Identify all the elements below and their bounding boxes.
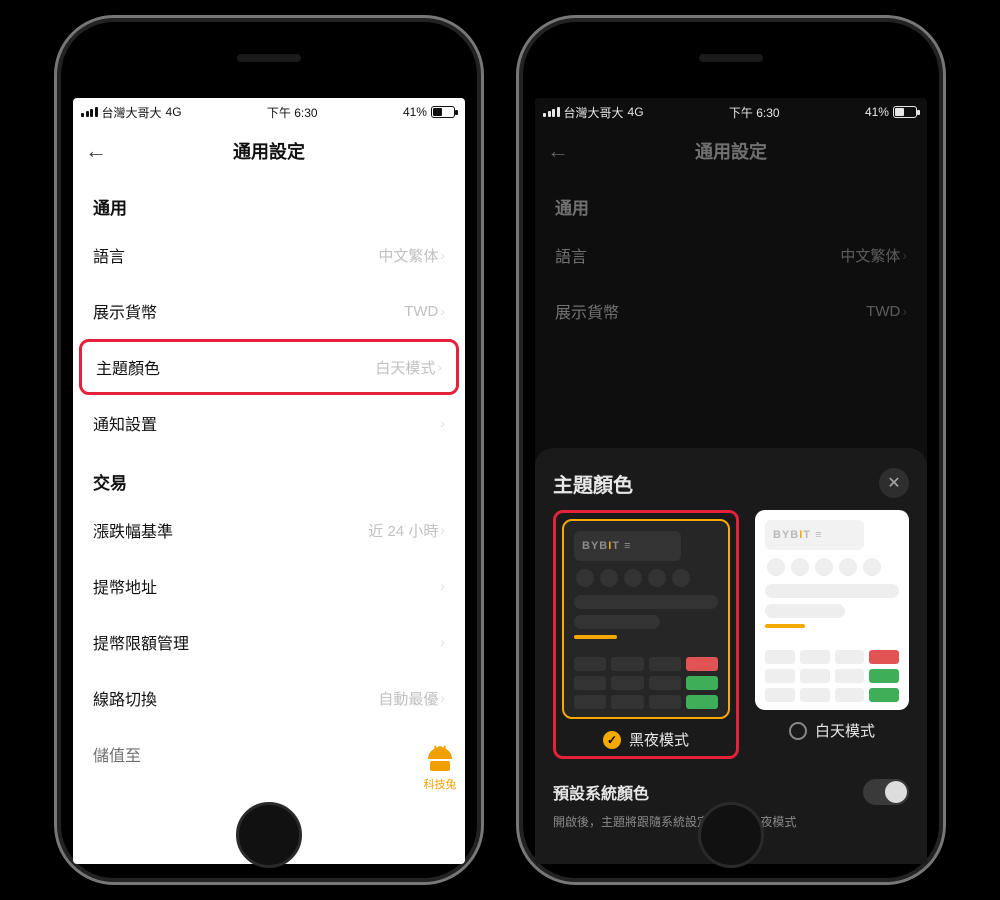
row-theme[interactable]: 主題顏色 白天模式›: [79, 339, 459, 395]
preview-light: BYBIT ≡: [755, 510, 909, 710]
option-dark-mode[interactable]: BYBIT ≡ 黑夜模式: [562, 519, 730, 750]
radio-unchecked-icon: [789, 722, 807, 740]
row-notify[interactable]: 通知設置 ›: [73, 395, 465, 451]
chevron-right-icon: ›: [440, 303, 445, 319]
screen-dark: 台灣大哥大 4G 下午 6:30 41% ← 通用設定 通用 語言 中文繁体› …: [535, 98, 927, 864]
chevron-right-icon: ›: [440, 247, 445, 263]
clock-label: 下午 6:30: [729, 104, 780, 121]
option-label: 白天模式: [815, 720, 875, 741]
row-value: 白天模式: [375, 357, 435, 378]
system-color-desc: 開啟後，主題將跟隨系統設定為白天/黑夜模式: [553, 813, 909, 830]
nav-bar: ← 通用設定: [73, 126, 465, 176]
row-value: TWD: [404, 303, 438, 320]
section-general-title: 通用: [535, 176, 927, 227]
signal-icon: [81, 107, 98, 117]
row-label: 儲值至: [93, 742, 141, 766]
settings-list[interactable]: 通用 語言 中文繁体› 展示貨幣 TWD› 主題顏色 白天模式› 通知設置 › …: [73, 176, 465, 864]
theme-sheet: 主題顏色 ✕ BYBIT ≡: [535, 448, 927, 864]
row-currency: 展示貨幣 TWD›: [535, 283, 927, 339]
row-label: 提幣限額管理: [93, 630, 189, 654]
chevron-right-icon: ›: [440, 578, 445, 594]
page-title: 通用設定: [233, 138, 305, 164]
clock-label: 下午 6:30: [267, 104, 318, 121]
chevron-right-icon: ›: [440, 522, 445, 538]
screen-light: 台灣大哥大 4G 下午 6:30 41% ← 通用設定 通用 語言 中文繁体› …: [73, 98, 465, 864]
row-label: 線路切換: [93, 686, 157, 710]
status-bar: 台灣大哥大 4G 下午 6:30 41%: [73, 98, 465, 126]
option-label: 黑夜模式: [629, 729, 689, 750]
network-label: 4G: [166, 105, 182, 119]
battery-pct: 41%: [403, 105, 427, 119]
page-title: 通用設定: [695, 138, 767, 164]
row-label: 語言: [93, 243, 125, 267]
row-label: 語言: [555, 243, 587, 267]
radio-checked-icon: [603, 731, 621, 749]
row-basis[interactable]: 漲跌幅基準 近 24 小時›: [73, 502, 465, 558]
chevron-right-icon: ›: [440, 415, 445, 431]
row-value: 中文繁体: [840, 245, 900, 266]
battery-icon: [431, 106, 455, 118]
status-bar: 台灣大哥大 4G 下午 6:30 41%: [535, 98, 927, 126]
chevron-right-icon: ›: [440, 634, 445, 650]
carrier-label: 台灣大哥大: [102, 104, 162, 121]
row-label: 主題顏色: [96, 355, 160, 379]
section-trade-title: 交易: [73, 451, 465, 502]
row-value: TWD: [866, 303, 900, 320]
back-button[interactable]: ←: [85, 138, 107, 164]
row-label: 通知設置: [93, 411, 157, 435]
row-value: 自動最優: [378, 688, 438, 709]
option-light-mode[interactable]: BYBIT ≡ 白天模式: [755, 510, 909, 759]
section-general-title: 通用: [73, 176, 465, 227]
row-withdraw-limit[interactable]: 提幣限額管理 ›: [73, 614, 465, 670]
phone-right: 台灣大哥大 4G 下午 6:30 41% ← 通用設定 通用 語言 中文繁体› …: [516, 15, 946, 885]
chevron-right-icon: ›: [440, 690, 445, 706]
back-button[interactable]: ←: [547, 138, 569, 164]
system-color-toggle[interactable]: [863, 779, 909, 805]
system-color-title: 預設系統顏色: [553, 780, 649, 804]
carrier-label: 台灣大哥大: [564, 104, 624, 121]
row-label: 提幣地址: [93, 574, 157, 598]
nav-bar: ← 通用設定: [535, 126, 927, 176]
row-label: 漲跌幅基準: [93, 518, 173, 542]
row-withdraw-addr[interactable]: 提幣地址 ›: [73, 558, 465, 614]
row-label: 展示貨幣: [93, 299, 157, 323]
signal-icon: [543, 107, 560, 117]
close-button[interactable]: ✕: [879, 468, 909, 498]
preview-dark: BYBIT ≡: [562, 519, 730, 719]
row-language: 語言 中文繁体›: [535, 227, 927, 283]
row-value: 中文繁体: [378, 245, 438, 266]
phone-left: 台灣大哥大 4G 下午 6:30 41% ← 通用設定 通用 語言 中文繁体› …: [54, 15, 484, 885]
sheet-title: 主題顏色: [553, 469, 633, 498]
row-language[interactable]: 語言 中文繁体›: [73, 227, 465, 283]
row-label: 展示貨幣: [555, 299, 619, 323]
row-value: 近 24 小時: [368, 520, 438, 541]
row-route[interactable]: 線路切換 自動最優›: [73, 670, 465, 726]
row-currency[interactable]: 展示貨幣 TWD›: [73, 283, 465, 339]
battery-icon: [893, 106, 917, 118]
row-store[interactable]: 儲值至: [73, 726, 465, 782]
battery-pct: 41%: [865, 105, 889, 119]
watermark: 科技兔: [423, 744, 457, 792]
network-label: 4G: [628, 105, 644, 119]
chevron-right-icon: ›: [437, 359, 442, 375]
